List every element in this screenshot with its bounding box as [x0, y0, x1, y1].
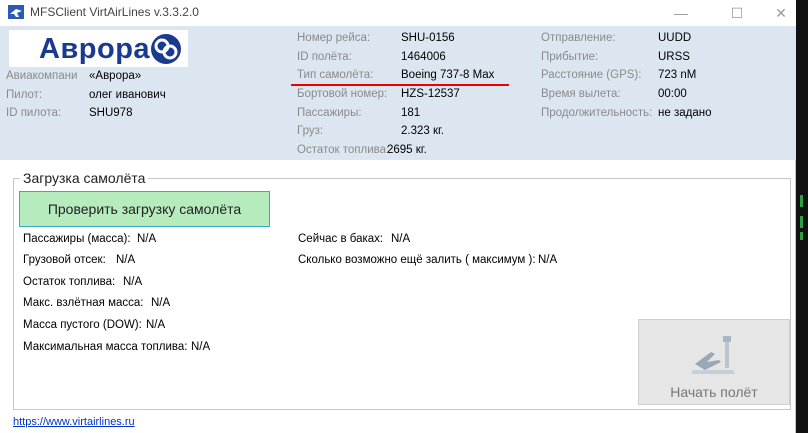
- arrival-label: Прибытие:: [541, 51, 599, 63]
- duration-label: Продолжительность:: [541, 107, 653, 119]
- arrival-value: URSS: [658, 51, 690, 63]
- max-fuel-mass-value: N/A: [191, 341, 211, 353]
- fuel-remaining-value: N/A: [123, 276, 143, 288]
- tail-number-value: HZS-12537: [401, 88, 460, 100]
- title-bar: MFSClient VirtAirLines v.3.3.2.0 — ☐ ✕: [0, 0, 796, 26]
- main-window: MFSClient VirtAirLines v.3.3.2.0 — ☐ ✕ А…: [0, 0, 796, 433]
- airline-emblem-icon: [151, 34, 181, 64]
- departure-label: Отправление:: [541, 32, 616, 44]
- distance-value: 723 nM: [658, 69, 697, 81]
- passengers-label: Пассажиры:: [297, 107, 362, 119]
- max-takeoff-mass-value: N/A: [151, 297, 171, 309]
- fuel-left-value: 2695 кг.: [387, 144, 427, 156]
- tail-number-label: Бортовой номер:: [297, 88, 388, 100]
- logo-text: Аврора: [39, 33, 151, 65]
- aircraft-type-underline: [291, 84, 509, 86]
- pilot-value: олег иванович: [89, 89, 166, 101]
- airplane-tower-icon: [691, 336, 735, 374]
- distance-label: Расстояние (GPS):: [541, 69, 642, 81]
- max-fuel-mass-label: Максимальная масса топлива:: [23, 341, 188, 353]
- airline-value: «Аврора»: [89, 70, 142, 82]
- pilot-id-value: SHU978: [89, 107, 133, 119]
- background-desktop-edge: [796, 0, 808, 433]
- flight-id-label: ID полёта:: [297, 51, 352, 63]
- flight-id-value: 1464006: [401, 51, 446, 63]
- fuel-in-tanks-value: N/A: [391, 233, 411, 245]
- flight-number-value: SHU-0156: [401, 32, 455, 44]
- website-link[interactable]: https://www.virtairlines.ru: [13, 416, 135, 428]
- fuel-left-label: Остаток топлива:: [297, 144, 390, 156]
- fuel-in-tanks-label: Сейчас в баках:: [298, 233, 384, 245]
- check-loading-button[interactable]: Проверить загрузку самолёта: [19, 191, 270, 227]
- start-flight-label: Начать полёт: [670, 384, 758, 400]
- app-icon: [8, 5, 24, 19]
- flight-info-panel: Аврора Авиакомпани «Аврора» Пилот: олег …: [0, 26, 796, 160]
- fuel-capacity-left-value: N/A: [538, 254, 558, 266]
- duration-value: не задано: [658, 107, 712, 119]
- aircraft-type-value: Boeing 737-8 Max: [401, 69, 495, 81]
- pilot-label: Пилот:: [6, 89, 43, 101]
- aircraft-type-label: Тип самолёта:: [297, 69, 374, 81]
- start-flight-button[interactable]: Начать полёт: [638, 319, 790, 405]
- cargo-hold-label: Грузовой отсек:: [23, 254, 106, 266]
- max-takeoff-mass-label: Макс. взлётная масса:: [23, 297, 144, 309]
- flight-number-label: Номер рейса:: [297, 32, 371, 44]
- departure-value: UUDD: [658, 32, 692, 44]
- departure-time-value: 00:00: [658, 88, 687, 100]
- cargo-label: Груз:: [297, 125, 324, 137]
- empty-mass-label: Масса пустого (DOW):: [23, 319, 142, 331]
- fuel-capacity-left-label: Сколько возможно ещё залить ( максимум )…: [298, 254, 536, 266]
- loading-group-title: Загрузка самолёта: [20, 170, 149, 186]
- maximize-button[interactable]: ☐: [714, 0, 760, 26]
- fuel-remaining-label: Остаток топлива:: [23, 276, 116, 288]
- pilot-id-label: ID пилота:: [6, 107, 62, 119]
- airline-label: Авиакомпани: [6, 70, 78, 82]
- cargo-hold-value: N/A: [116, 254, 136, 266]
- minimize-button[interactable]: —: [658, 0, 704, 26]
- empty-mass-value: N/A: [146, 319, 166, 331]
- passengers-value: 181: [401, 107, 421, 119]
- departure-time-label: Время вылета:: [541, 88, 621, 100]
- passengers-mass-value: N/A: [137, 233, 157, 245]
- passengers-mass-label: Пассажиры (масса):: [23, 233, 131, 245]
- cargo-value: 2.323 кг.: [401, 125, 444, 137]
- airline-logo: Аврора: [9, 30, 188, 67]
- window-title: MFSClient VirtAirLines v.3.3.2.0: [30, 5, 199, 19]
